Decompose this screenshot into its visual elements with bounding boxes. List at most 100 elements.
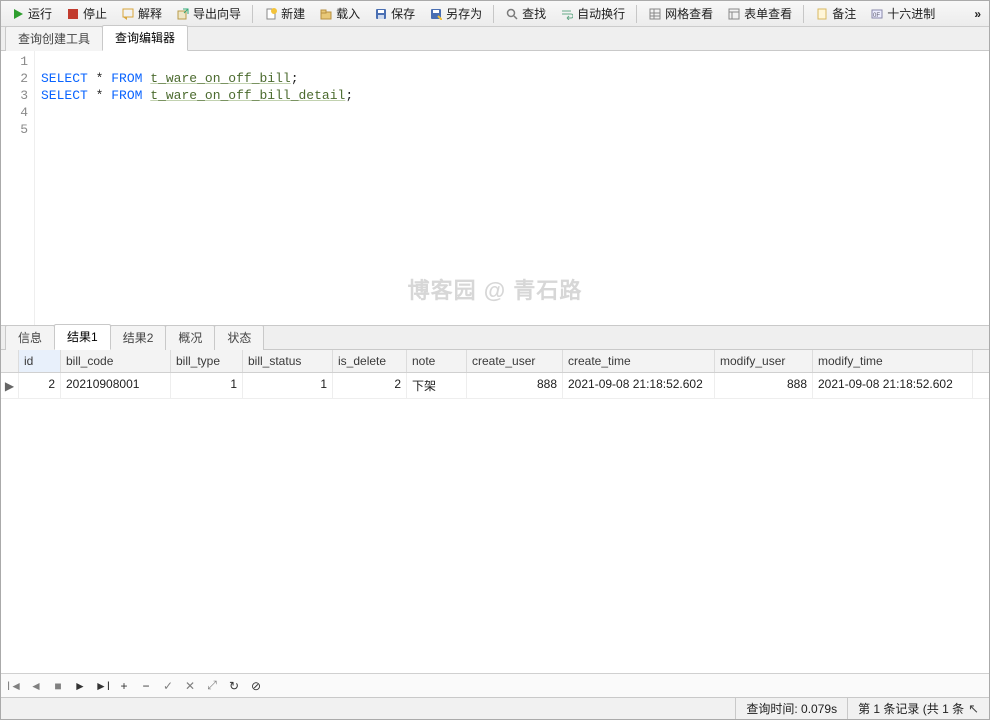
line-number: 5 xyxy=(1,121,28,138)
col-bill-code[interactable]: bill_code xyxy=(61,350,171,372)
table-row[interactable]: ▶ 2 20210908001 1 1 2 下架 888 2021-09-08 … xyxy=(1,373,989,399)
hex-icon: 0F xyxy=(870,7,884,21)
run-label: 运行 xyxy=(28,5,52,22)
hex-button[interactable]: 0F 十六进制 xyxy=(864,2,941,25)
col-id[interactable]: id xyxy=(19,350,61,372)
save-as-button[interactable]: 另存为 xyxy=(423,2,488,25)
tab-result1[interactable]: 结果1 xyxy=(54,324,111,350)
cell-bill-type[interactable]: 1 xyxy=(171,373,243,398)
tab-profile[interactable]: 概况 xyxy=(165,325,215,350)
cell-id[interactable]: 2 xyxy=(19,373,61,398)
load-icon xyxy=(319,7,333,21)
row-marker-icon: ▶ xyxy=(1,373,19,398)
col-modify-user[interactable]: modify_user xyxy=(715,350,813,372)
nav-refresh-icon[interactable]: ↻ xyxy=(227,679,241,693)
tab-status[interactable]: 状态 xyxy=(214,325,264,350)
search-icon xyxy=(505,7,519,21)
hex-label: 十六进制 xyxy=(887,5,935,22)
tab-result2[interactable]: 结果2 xyxy=(110,325,167,350)
save-as-label: 另存为 xyxy=(446,5,482,22)
kw-select: SELECT xyxy=(41,71,88,86)
tab-info[interactable]: 信息 xyxy=(5,325,55,350)
line-number: 1 xyxy=(1,53,28,70)
export-wizard-button[interactable]: 导出向导 xyxy=(170,2,247,25)
nav-add-icon[interactable]: + xyxy=(117,679,131,693)
cell-bill-code[interactable]: 20210908001 xyxy=(61,373,171,398)
result-tabstrip: 信息 结果1 结果2 概况 状态 xyxy=(1,326,989,350)
find-button[interactable]: 查找 xyxy=(499,2,552,25)
load-label: 载入 xyxy=(336,5,360,22)
tab-query-editor[interactable]: 查询编辑器 xyxy=(102,25,188,51)
line-number: 3 xyxy=(1,87,28,104)
col-note[interactable]: note xyxy=(407,350,467,372)
save-as-icon xyxy=(429,7,443,21)
stop-button[interactable]: 停止 xyxy=(60,2,113,25)
semicolon: ; xyxy=(291,71,299,86)
status-record-text: 第 1 条记录 (共 1 条 xyxy=(858,700,964,717)
explain-button[interactable]: 解释 xyxy=(115,2,168,25)
toolbar-overflow[interactable]: » xyxy=(970,7,985,21)
stop-label: 停止 xyxy=(83,5,107,22)
cell-is-delete[interactable]: 2 xyxy=(333,373,407,398)
nav-apply-icon[interactable]: ✓ xyxy=(161,679,175,693)
form-view-label: 表单查看 xyxy=(744,5,792,22)
col-create-time[interactable]: create_time xyxy=(563,350,715,372)
line-number: 4 xyxy=(1,104,28,121)
semicolon: ; xyxy=(345,88,353,103)
notes-button[interactable]: 备注 xyxy=(809,2,862,25)
run-button[interactable]: 运行 xyxy=(5,2,58,25)
save-icon xyxy=(374,7,388,21)
load-button[interactable]: 载入 xyxy=(313,2,366,25)
table-name: t_ware_on_off_bill xyxy=(150,71,290,86)
grid-body[interactable]: ▶ 2 20210908001 1 1 2 下架 888 2021-09-08 … xyxy=(1,373,989,673)
cell-modify-user[interactable]: 888 xyxy=(715,373,813,398)
kw-from: FROM xyxy=(111,88,142,103)
nav-abort-icon[interactable]: ⊘ xyxy=(249,679,263,693)
col-bill-type[interactable]: bill_type xyxy=(171,350,243,372)
cell-bill-status[interactable]: 1 xyxy=(243,373,333,398)
sql-editor[interactable]: 1 2 3 4 5 SELECT * FROM t_ware_on_off_bi… xyxy=(1,51,989,326)
results-panel: id bill_code bill_type bill_status is_de… xyxy=(1,350,989,697)
grid-view-label: 网格查看 xyxy=(665,5,713,22)
row-selector-header[interactable] xyxy=(1,350,19,372)
save-label: 保存 xyxy=(391,5,415,22)
cell-create-time[interactable]: 2021-09-08 21:18:52.602 xyxy=(563,373,715,398)
status-query-time: 查询时间: 0.079s xyxy=(735,698,847,719)
new-button[interactable]: 新建 xyxy=(258,2,311,25)
grid-icon xyxy=(648,7,662,21)
col-bill-status[interactable]: bill_status xyxy=(243,350,333,372)
col-modify-time[interactable]: modify_time xyxy=(813,350,973,372)
grid-header: id bill_code bill_type bill_status is_de… xyxy=(1,350,989,373)
nav-expand-icon[interactable]: ⤢ xyxy=(205,678,219,693)
form-view-button[interactable]: 表单查看 xyxy=(721,2,798,25)
kw-from: FROM xyxy=(111,71,142,86)
new-label: 新建 xyxy=(281,5,305,22)
separator xyxy=(636,5,637,23)
nav-first-icon[interactable]: ǀ◄ xyxy=(7,679,21,693)
stop-icon xyxy=(66,7,80,21)
nav-stop-icon[interactable]: ■ xyxy=(51,679,65,693)
grid-view-button[interactable]: 网格查看 xyxy=(642,2,719,25)
cell-create-user[interactable]: 888 xyxy=(467,373,563,398)
nav-prev-icon[interactable]: ◄ xyxy=(29,679,43,693)
tab-query-builder[interactable]: 查询创建工具 xyxy=(5,26,103,51)
svg-text:0F: 0F xyxy=(873,13,880,19)
separator xyxy=(252,5,253,23)
form-icon xyxy=(727,7,741,21)
nav-remove-icon[interactable]: − xyxy=(139,679,153,693)
cell-note[interactable]: 下架 xyxy=(407,373,467,398)
separator xyxy=(493,5,494,23)
code-area[interactable]: SELECT * FROM t_ware_on_off_bill; SELECT… xyxy=(35,51,989,325)
notes-icon xyxy=(815,7,829,21)
export-label: 导出向导 xyxy=(193,5,241,22)
col-create-user[interactable]: create_user xyxy=(467,350,563,372)
wrap-button[interactable]: 自动换行 xyxy=(554,2,631,25)
nav-next-icon[interactable]: ► xyxy=(73,679,87,693)
explain-icon xyxy=(121,7,135,21)
cell-modify-time[interactable]: 2021-09-08 21:18:52.602 xyxy=(813,373,973,398)
save-button[interactable]: 保存 xyxy=(368,2,421,25)
col-is-delete[interactable]: is_delete xyxy=(333,350,407,372)
nav-cancel-icon[interactable]: ✕ xyxy=(183,679,197,693)
nav-last-icon[interactable]: ►ǀ xyxy=(95,679,109,693)
line-number: 2 xyxy=(1,70,28,87)
